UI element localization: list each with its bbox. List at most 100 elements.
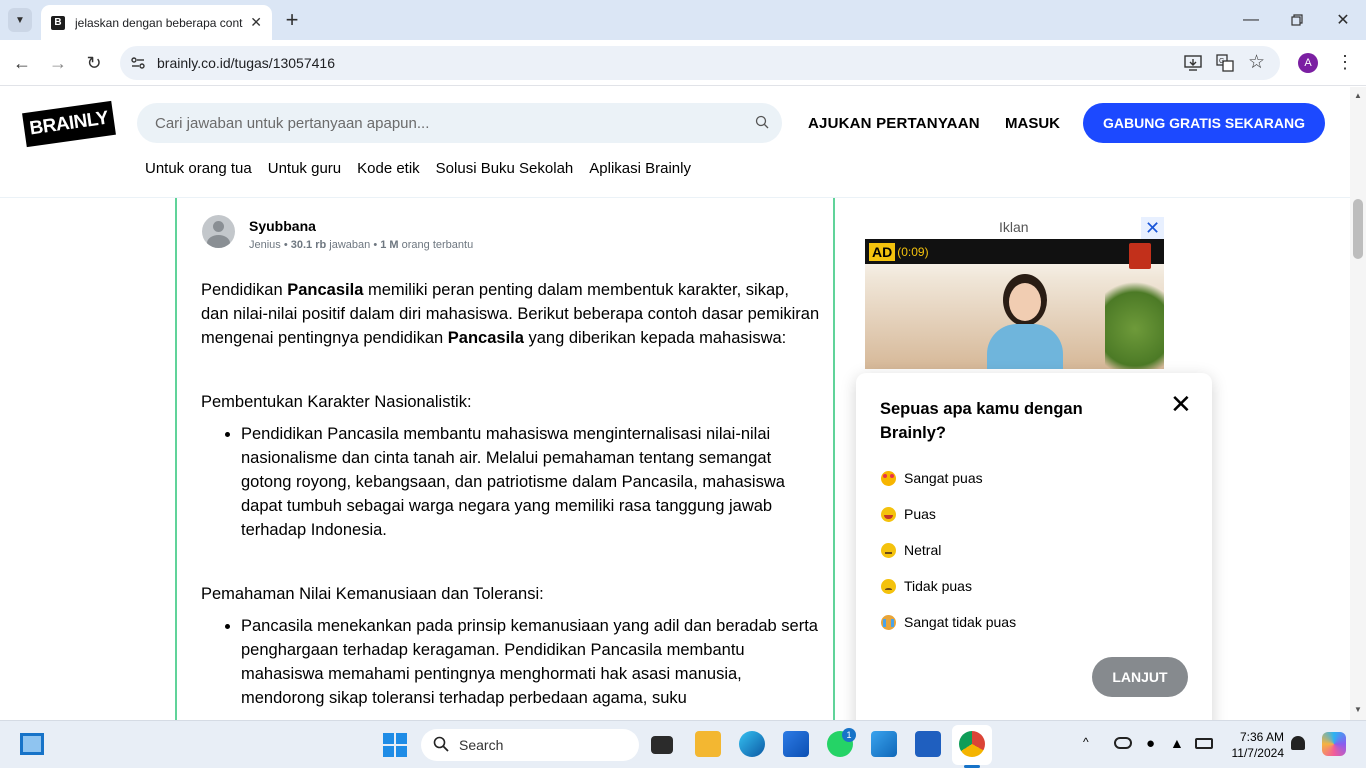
feedback-title: Sepuas apa kamu dengan Brainly?	[880, 400, 1083, 442]
bookmark-star-icon[interactable]: ☆	[1248, 51, 1265, 74]
helped-count: 1 M	[380, 239, 399, 251]
wifi-icon[interactable]: ●	[1146, 735, 1155, 752]
address-bar[interactable]: brainly.co.id/tugas/13057416 G ☆	[120, 46, 1280, 80]
sub-navigation: Untuk orang tua Untuk guru Kode etik Sol…	[145, 160, 691, 177]
subnav-code-of-conduct[interactable]: Kode etik	[357, 160, 420, 177]
install-app-icon[interactable]	[1184, 54, 1202, 77]
restore-button[interactable]	[1282, 6, 1312, 34]
back-button[interactable]: ←	[7, 48, 37, 78]
ad-bar: AD (0:09)	[865, 239, 1164, 269]
brainly-favicon-icon: B	[51, 15, 65, 30]
ad-close-icon[interactable]: ✕	[1141, 217, 1164, 239]
widgets-icon[interactable]	[20, 733, 44, 755]
list-item: Pendidikan Pancasila membantu mahasiswa …	[241, 422, 821, 542]
profile-avatar[interactable]: A	[1298, 53, 1318, 73]
site-info-icon[interactable]	[130, 55, 146, 76]
hidden-icons-chevron-icon[interactable]: ^	[1083, 735, 1089, 749]
reload-button[interactable]: ↻	[79, 48, 109, 78]
author-avatar[interactable]	[202, 215, 235, 248]
tab-close-icon[interactable]: ✕	[250, 14, 262, 31]
tab-search-button[interactable]: ▼	[8, 8, 32, 32]
close-window-button[interactable]: ✕	[1328, 6, 1358, 34]
search-input[interactable]: Cari jawaban untuk pertanyaan apapun...	[137, 103, 782, 143]
taskbar-search[interactable]: Search	[421, 729, 639, 761]
crying-emoji-icon	[881, 614, 896, 630]
task-view-icon[interactable]	[651, 736, 673, 754]
windows-taskbar: Search 1 ^ ● ▲ 7:36 AM 11/7/2024	[0, 720, 1366, 768]
svg-text:G: G	[1219, 58, 1224, 65]
answer-intro: Pendidikan Pancasila memiliki peran pent…	[201, 281, 820, 347]
answers-label: jawaban	[329, 239, 371, 251]
option-neutral[interactable]: Netral	[881, 542, 941, 558]
clock-time: 7:36 AM	[1239, 730, 1284, 744]
minimize-button[interactable]: —	[1236, 6, 1266, 34]
author-meta: Jenius • 30.1 rb jawaban • 1 M orang ter…	[249, 239, 474, 251]
clock-date: 11/7/2024	[1231, 746, 1285, 760]
next-button[interactable]: LANJUT	[1092, 657, 1188, 697]
ad-timer: (0:09)	[897, 244, 929, 259]
feedback-popup: Sepuas apa kamu dengan Brainly? ✕ Sangat…	[856, 373, 1212, 720]
ad-image-plant	[1105, 269, 1164, 369]
browser-toolbar: ← → ↻ brainly.co.id/tugas/13057416 G ☆ A…	[0, 40, 1366, 86]
feedback-close-icon[interactable]: ✕	[1170, 389, 1192, 420]
option-satisfied[interactable]: Puas	[881, 506, 936, 522]
word-icon[interactable]	[915, 731, 941, 757]
subnav-brainly-app[interactable]: Aplikasi Brainly	[589, 160, 691, 177]
grinning-emoji-icon	[881, 506, 896, 522]
list-item: Pancasila menekankan pada prinsip kemanu…	[241, 614, 821, 710]
site-header: BRAINLY Cari jawaban untuk pertanyaan ap…	[0, 87, 1350, 198]
notification-bell-icon[interactable]	[1291, 736, 1305, 750]
scroll-down-arrow-icon[interactable]: ▼	[1354, 705, 1362, 714]
ad-video[interactable]: AD (0:09)	[865, 239, 1164, 369]
option-very-unsatisfied[interactable]: Sangat tidak puas	[881, 614, 1016, 630]
browser-tab-strip: ▼ B jelaskan dengan beberapa cont ✕ + — …	[0, 0, 1366, 40]
vscode-icon[interactable]	[871, 731, 897, 757]
chrome-icon[interactable]	[959, 731, 985, 757]
join-free-button[interactable]: GABUNG GRATIS SEKARANG	[1083, 103, 1325, 143]
ad-image-woman	[975, 269, 1075, 369]
edge-icon[interactable]	[739, 731, 765, 757]
scroll-up-arrow-icon[interactable]: ▲	[1354, 91, 1362, 100]
option-very-satisfied[interactable]: Sangat puas	[881, 470, 983, 486]
scrollbar-thumb[interactable]	[1353, 199, 1363, 259]
sad-emoji-icon	[881, 578, 896, 594]
whatsapp-badge: 1	[842, 728, 856, 742]
start-button-icon[interactable]	[383, 733, 407, 757]
option-unsatisfied[interactable]: Tidak puas	[881, 578, 972, 594]
ask-question-link[interactable]: AJUKAN PERTANYAAN	[808, 115, 980, 132]
ad-badge: AD	[869, 242, 896, 261]
answers-count: 30.1 rb	[290, 239, 327, 251]
subnav-parents[interactable]: Untuk orang tua	[145, 160, 252, 177]
cloud-off-icon[interactable]	[1114, 737, 1132, 749]
web-page: BRAINLY Cari jawaban untuk pertanyaan ap…	[0, 87, 1350, 720]
brainly-logo[interactable]: BRAINLY	[22, 100, 116, 148]
login-link[interactable]: MASUK	[1005, 115, 1060, 132]
answer-card: Syubbana Jenius • 30.1 rb jawaban • 1 M …	[175, 198, 835, 720]
search-placeholder: Cari jawaban untuk pertanyaan apapun...	[155, 114, 430, 132]
author-name[interactable]: Syubbana	[249, 218, 316, 234]
ad-label: Iklan	[999, 219, 1029, 235]
taskbar-clock[interactable]: 7:36 AM 11/7/2024	[1218, 729, 1285, 761]
helped-label: orang terbantu	[401, 239, 474, 251]
browser-menu-icon[interactable]: ⋮	[1336, 52, 1354, 72]
section-title: Pembentukan Karakter Nasionalistik:	[201, 393, 472, 411]
search-icon[interactable]	[755, 115, 770, 134]
subnav-teachers[interactable]: Untuk guru	[268, 160, 341, 177]
microsoft-store-icon[interactable]	[783, 731, 809, 757]
copilot-icon[interactable]	[1322, 732, 1346, 756]
page-scrollbar[interactable]: ▲ ▼	[1350, 87, 1366, 720]
volume-icon[interactable]: ▲	[1170, 735, 1184, 751]
subnav-school-books[interactable]: Solusi Buku Sekolah	[436, 160, 574, 177]
browser-tab[interactable]: B jelaskan dengan beberapa cont ✕	[41, 5, 272, 40]
author-rank: Jenius	[249, 239, 281, 251]
translate-icon[interactable]: G	[1216, 54, 1234, 77]
search-icon	[433, 736, 449, 755]
heart-eyes-emoji-icon	[881, 470, 896, 486]
battery-icon[interactable]	[1195, 738, 1213, 749]
taskbar-search-label: Search	[459, 737, 504, 753]
neutral-emoji-icon	[881, 542, 896, 558]
file-explorer-icon[interactable]	[695, 731, 721, 757]
forward-button[interactable]: →	[43, 48, 73, 78]
new-tab-button[interactable]: +	[280, 7, 304, 32]
section-title: Pemahaman Nilai Kemanusiaan dan Tolerans…	[201, 585, 544, 603]
